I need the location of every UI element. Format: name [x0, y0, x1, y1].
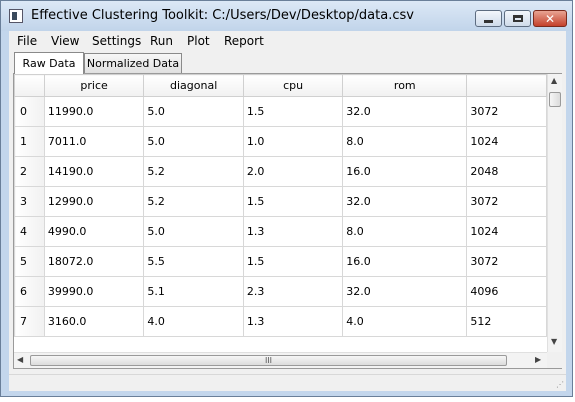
table-cell[interactable]: 18072.0 — [43, 246, 145, 277]
table-cell[interactable]: 2.0 — [242, 156, 344, 187]
resize-grip-icon[interactable]: ⋰ — [556, 381, 564, 389]
app-window: Effective Clustering Toolkit: C:/Users/D… — [0, 0, 573, 397]
table-row[interactable]: 3 12990.0 5.2 1.5 32.0 3072 — [14, 186, 547, 217]
column-header[interactable]: price — [43, 74, 145, 97]
table-cell[interactable]: 1.5 — [242, 96, 344, 127]
scroll-right-arrow-icon[interactable]: ▶ — [535, 356, 541, 364]
table-cell[interactable]: 5.0 — [143, 96, 244, 127]
table-cell[interactable]: 1.3 — [242, 216, 344, 247]
close-button[interactable]: ✕ — [533, 10, 567, 27]
row-header[interactable]: 6 — [14, 276, 45, 307]
data-grid[interactable]: price diagonal cpu rom 0 11990.0 5.0 1.5 32.… — [14, 74, 547, 352]
scrollbar-corner — [547, 352, 562, 368]
close-icon: ✕ — [544, 11, 556, 26]
table-row[interactable]: 0 11990.0 5.0 1.5 32.0 3072 — [14, 96, 547, 127]
table-cell[interactable]: 1.3 — [242, 306, 344, 337]
menu-file[interactable]: File — [17, 34, 37, 48]
scroll-up-arrow-icon[interactable]: ▲ — [551, 77, 557, 85]
table-cell[interactable]: 14190.0 — [43, 156, 145, 187]
table-cell[interactable]: 3160.0 — [43, 306, 145, 337]
row-header[interactable]: 0 — [14, 96, 45, 127]
table-cell[interactable]: 5.2 — [143, 156, 244, 187]
minimize-icon — [484, 20, 493, 23]
tab-raw-data[interactable]: Raw Data — [14, 52, 84, 74]
status-bar: ⋰ — [9, 374, 566, 391]
app-icon — [9, 9, 23, 23]
column-header[interactable] — [466, 74, 547, 97]
maximize-button[interactable] — [504, 10, 531, 27]
table-cell[interactable]: 4096 — [466, 276, 547, 307]
row-header[interactable]: 5 — [14, 246, 45, 277]
table-cell[interactable]: 4.0 — [342, 306, 468, 337]
table-cell[interactable]: 3072 — [466, 186, 547, 217]
minimize-button[interactable] — [475, 10, 502, 27]
raw-data-panel: price diagonal cpu rom 0 11990.0 5.0 1.5 32.… — [13, 73, 562, 369]
table-cell[interactable]: 39990.0 — [43, 276, 145, 307]
table-cell[interactable]: 4990.0 — [43, 216, 145, 247]
column-header[interactable]: rom — [342, 74, 468, 97]
maximize-icon — [512, 15, 523, 22]
horizontal-scrollbar[interactable]: ◀ III ▶ — [14, 352, 547, 368]
table-cell[interactable]: 5.5 — [143, 246, 244, 277]
table-cell[interactable]: 1.5 — [242, 186, 344, 217]
table-row[interactable]: 6 39990.0 5.1 2.3 32.0 4096 — [14, 276, 547, 307]
table-cell[interactable]: 32.0 — [342, 276, 468, 307]
menu-plot[interactable]: Plot — [187, 34, 210, 48]
column-header[interactable]: cpu — [242, 74, 344, 97]
menu-settings[interactable]: Settings — [92, 34, 141, 48]
row-header[interactable]: 1 — [14, 126, 45, 157]
window-title: Effective Clustering Toolkit: C:/Users/D… — [31, 8, 414, 23]
client-area: File View Settings Run Plot Report Raw D… — [9, 31, 566, 391]
table-row[interactable]: 2 14190.0 5.2 2.0 16.0 2048 — [14, 156, 547, 187]
row-header[interactable]: 2 — [14, 156, 45, 187]
table-cell[interactable]: 1024 — [466, 216, 547, 247]
scroll-grip-icon: III — [264, 355, 273, 365]
menu-view[interactable]: View — [51, 34, 79, 48]
table-row[interactable]: 5 18072.0 5.5 1.5 16.0 3072 — [14, 246, 547, 277]
table-cell[interactable]: 3072 — [466, 96, 547, 127]
row-header[interactable]: 3 — [14, 186, 45, 217]
data-table: price diagonal cpu rom 0 11990.0 5.0 1.5 32.… — [14, 74, 547, 337]
table-cell[interactable]: 8.0 — [342, 126, 468, 157]
menu-bar: File View Settings Run Plot Report — [9, 31, 566, 51]
table-cell[interactable]: 11990.0 — [43, 96, 145, 127]
title-bar[interactable]: Effective Clustering Toolkit: C:/Users/D… — [1, 1, 572, 31]
tab-normalized-data[interactable]: Normalized Data — [84, 53, 182, 73]
table-cell[interactable]: 12990.0 — [43, 186, 145, 217]
table-row[interactable]: 1 7011.0 5.0 1.0 8.0 1024 — [14, 126, 547, 157]
horizontal-scroll-thumb[interactable]: III — [30, 355, 507, 366]
menu-run[interactable]: Run — [150, 34, 173, 48]
table-cell[interactable]: 5.1 — [143, 276, 244, 307]
table-cell[interactable]: 16.0 — [342, 156, 468, 187]
vertical-scroll-thumb[interactable] — [549, 92, 561, 107]
scroll-down-arrow-icon[interactable]: ▼ — [551, 338, 557, 346]
table-cell[interactable]: 5.0 — [143, 216, 244, 247]
table-cell[interactable]: 7011.0 — [43, 126, 145, 157]
table-row[interactable]: 7 3160.0 4.0 1.3 4.0 512 — [14, 306, 547, 337]
table-cell[interactable]: 5.0 — [143, 126, 244, 157]
table-cell[interactable]: 4.0 — [143, 306, 244, 337]
scroll-left-arrow-icon[interactable]: ◀ — [17, 356, 23, 364]
table-cell[interactable]: 16.0 — [342, 246, 468, 277]
table-cell[interactable]: 32.0 — [342, 186, 468, 217]
table-cell[interactable]: 2048 — [466, 156, 547, 187]
row-header[interactable]: 4 — [14, 216, 45, 247]
table-cell[interactable]: 8.0 — [342, 216, 468, 247]
vertical-scrollbar[interactable]: ▲ ▼ — [547, 74, 562, 352]
corner-header[interactable] — [14, 74, 45, 97]
table-cell[interactable]: 1024 — [466, 126, 547, 157]
row-header[interactable]: 7 — [14, 306, 45, 337]
table-cell[interactable]: 2.3 — [242, 276, 344, 307]
menu-report[interactable]: Report — [224, 34, 264, 48]
column-header[interactable]: diagonal — [143, 74, 244, 97]
table-header-row: price diagonal cpu rom — [14, 74, 547, 97]
table-row[interactable]: 4 4990.0 5.0 1.3 8.0 1024 — [14, 216, 547, 247]
table-cell[interactable]: 512 — [466, 306, 547, 337]
table-cell[interactable]: 5.2 — [143, 186, 244, 217]
table-cell[interactable]: 32.0 — [342, 96, 468, 127]
table-cell[interactable]: 3072 — [466, 246, 547, 277]
table-cell[interactable]: 1.5 — [242, 246, 344, 277]
table-cell[interactable]: 1.0 — [242, 126, 344, 157]
